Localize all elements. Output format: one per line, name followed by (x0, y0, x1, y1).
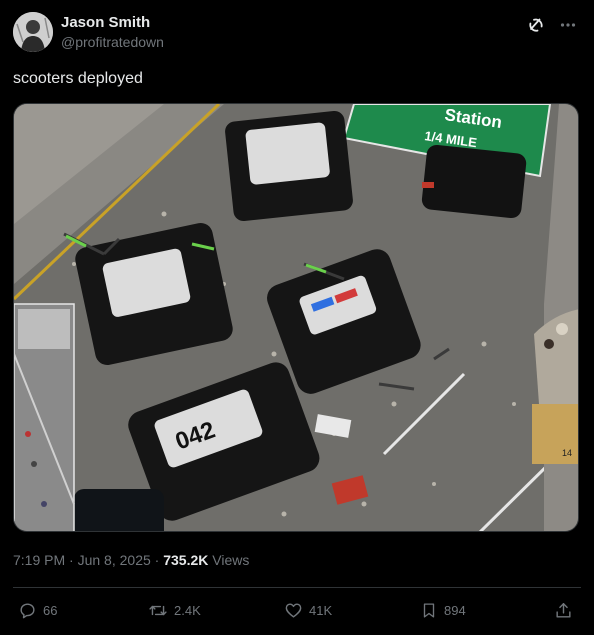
meta-separator: · (65, 552, 78, 568)
bookmark-button[interactable]: 894 (420, 598, 466, 622)
tweet-meta: 7:19 PM · Jun 8, 2025 · 735.2K Views (13, 550, 249, 570)
views-label: Views (208, 552, 250, 568)
repost-icon (148, 601, 168, 620)
display-name[interactable]: Jason Smith (61, 13, 164, 32)
share-button[interactable] (554, 598, 573, 622)
like-button[interactable]: 41K (284, 598, 332, 622)
reply-icon (18, 601, 37, 620)
dark-sedan (74, 489, 164, 531)
bookmark-count: 894 (444, 602, 466, 618)
reply-button[interactable]: 66 (18, 598, 57, 622)
tweet-date[interactable]: Jun 8, 2025 (78, 552, 151, 568)
aerial-photo: Station 1/4 MILE 042 14 (14, 104, 578, 531)
grok-icon[interactable] (527, 16, 545, 39)
tweet-header: Jason Smith @profitratedown (13, 12, 581, 56)
more-icon[interactable] (559, 16, 577, 39)
overpass-platform (532, 309, 578, 464)
author-names: Jason Smith @profitratedown (61, 13, 164, 52)
reply-count: 66 (43, 602, 58, 618)
divider (13, 587, 581, 588)
action-bar: 66 2.4K 41K 894 (18, 598, 574, 622)
bookmark-icon (420, 601, 438, 620)
inset-view (14, 303, 75, 531)
header-icons (527, 16, 577, 39)
like-count: 41K (309, 602, 333, 618)
tweet-time[interactable]: 7:19 PM (13, 552, 65, 568)
views-count[interactable]: 735.2K (163, 552, 208, 568)
tweet-text: scooters deployed (13, 70, 143, 87)
repost-button[interactable]: 2.4K (148, 598, 201, 622)
avatar[interactable] (13, 12, 53, 52)
like-icon (284, 601, 303, 620)
share-icon (554, 601, 573, 620)
tweet-image[interactable]: Station 1/4 MILE 042 14 (13, 103, 579, 532)
user-handle[interactable]: @profitratedown (61, 32, 164, 52)
repost-count: 2.4K (174, 602, 201, 618)
meta-separator: · (150, 552, 164, 568)
dark-car (421, 144, 527, 219)
police-suv-top (225, 110, 353, 222)
overpass-sign-number: 14 (562, 448, 572, 458)
